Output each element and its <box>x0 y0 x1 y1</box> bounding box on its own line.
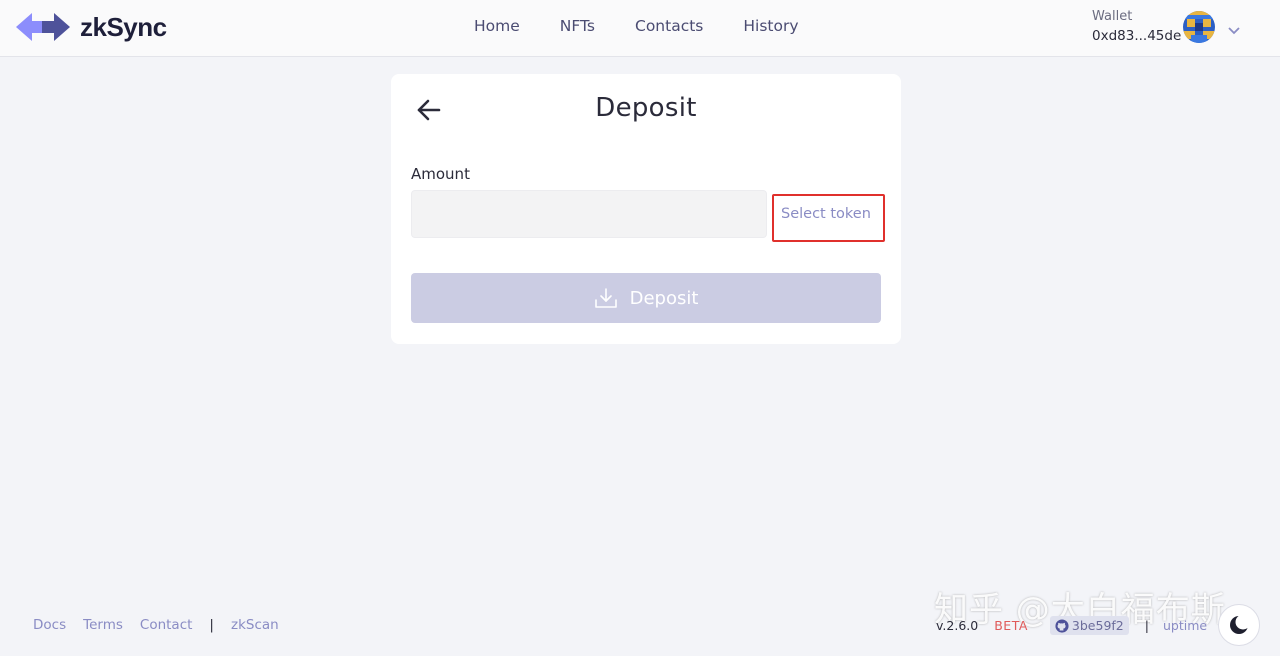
footer-meta-separator: | <box>1144 618 1149 633</box>
footer-meta: v.2.6.0 BETA 3be59f2 | uptime <box>936 616 1207 635</box>
select-token-button[interactable]: Select token <box>772 194 885 242</box>
uptime-link[interactable]: uptime <box>1163 618 1207 633</box>
nav-contacts[interactable]: Contacts <box>635 17 703 35</box>
page-title: Deposit <box>595 93 697 123</box>
footer-links: Docs Terms Contact | zkScan <box>33 617 296 633</box>
footer-docs-link[interactable]: Docs <box>33 617 66 633</box>
pixel-avatar-icon[interactable] <box>1183 11 1215 43</box>
version-text: v.2.6.0 <box>936 618 979 633</box>
nav-nfts[interactable]: NFTs <box>560 17 595 35</box>
commit-hash: 3be59f2 <box>1071 618 1124 633</box>
zksync-logo-icon <box>16 13 70 41</box>
main-nav: Home NFTs Contacts History <box>474 17 839 35</box>
deposit-card: Deposit Amount Select token Deposit <box>391 74 901 344</box>
beta-badge: BETA <box>994 618 1028 633</box>
footer-separator: | <box>209 617 214 633</box>
footer-contact-link[interactable]: Contact <box>140 617 193 633</box>
footer-zkscan-link[interactable]: zkScan <box>231 617 279 633</box>
wallet-info[interactable]: Wallet 0xd83...45de <box>1092 9 1181 44</box>
github-icon <box>1055 618 1069 633</box>
nav-home[interactable]: Home <box>474 17 520 35</box>
brand-logo[interactable]: zkSync <box>16 10 167 44</box>
brand-name: zkSync <box>80 11 167 42</box>
commit-badge[interactable]: 3be59f2 <box>1049 616 1129 635</box>
moon-icon <box>1230 614 1250 634</box>
deposit-button[interactable]: Deposit <box>411 273 881 323</box>
deposit-button-label: Deposit <box>629 287 699 309</box>
chevron-down-icon[interactable] <box>1227 21 1241 40</box>
wallet-label: Wallet <box>1092 9 1133 24</box>
top-header: zkSync Home NFTs Contacts History Wallet… <box>0 0 1280 57</box>
download-icon <box>594 288 617 308</box>
amount-label: Amount <box>411 165 470 183</box>
amount-input[interactable] <box>411 190 767 238</box>
nav-history[interactable]: History <box>743 17 798 35</box>
wallet-address: 0xd83...45de <box>1092 28 1182 44</box>
dark-mode-toggle[interactable] <box>1218 604 1260 646</box>
footer-terms-link[interactable]: Terms <box>83 617 123 633</box>
